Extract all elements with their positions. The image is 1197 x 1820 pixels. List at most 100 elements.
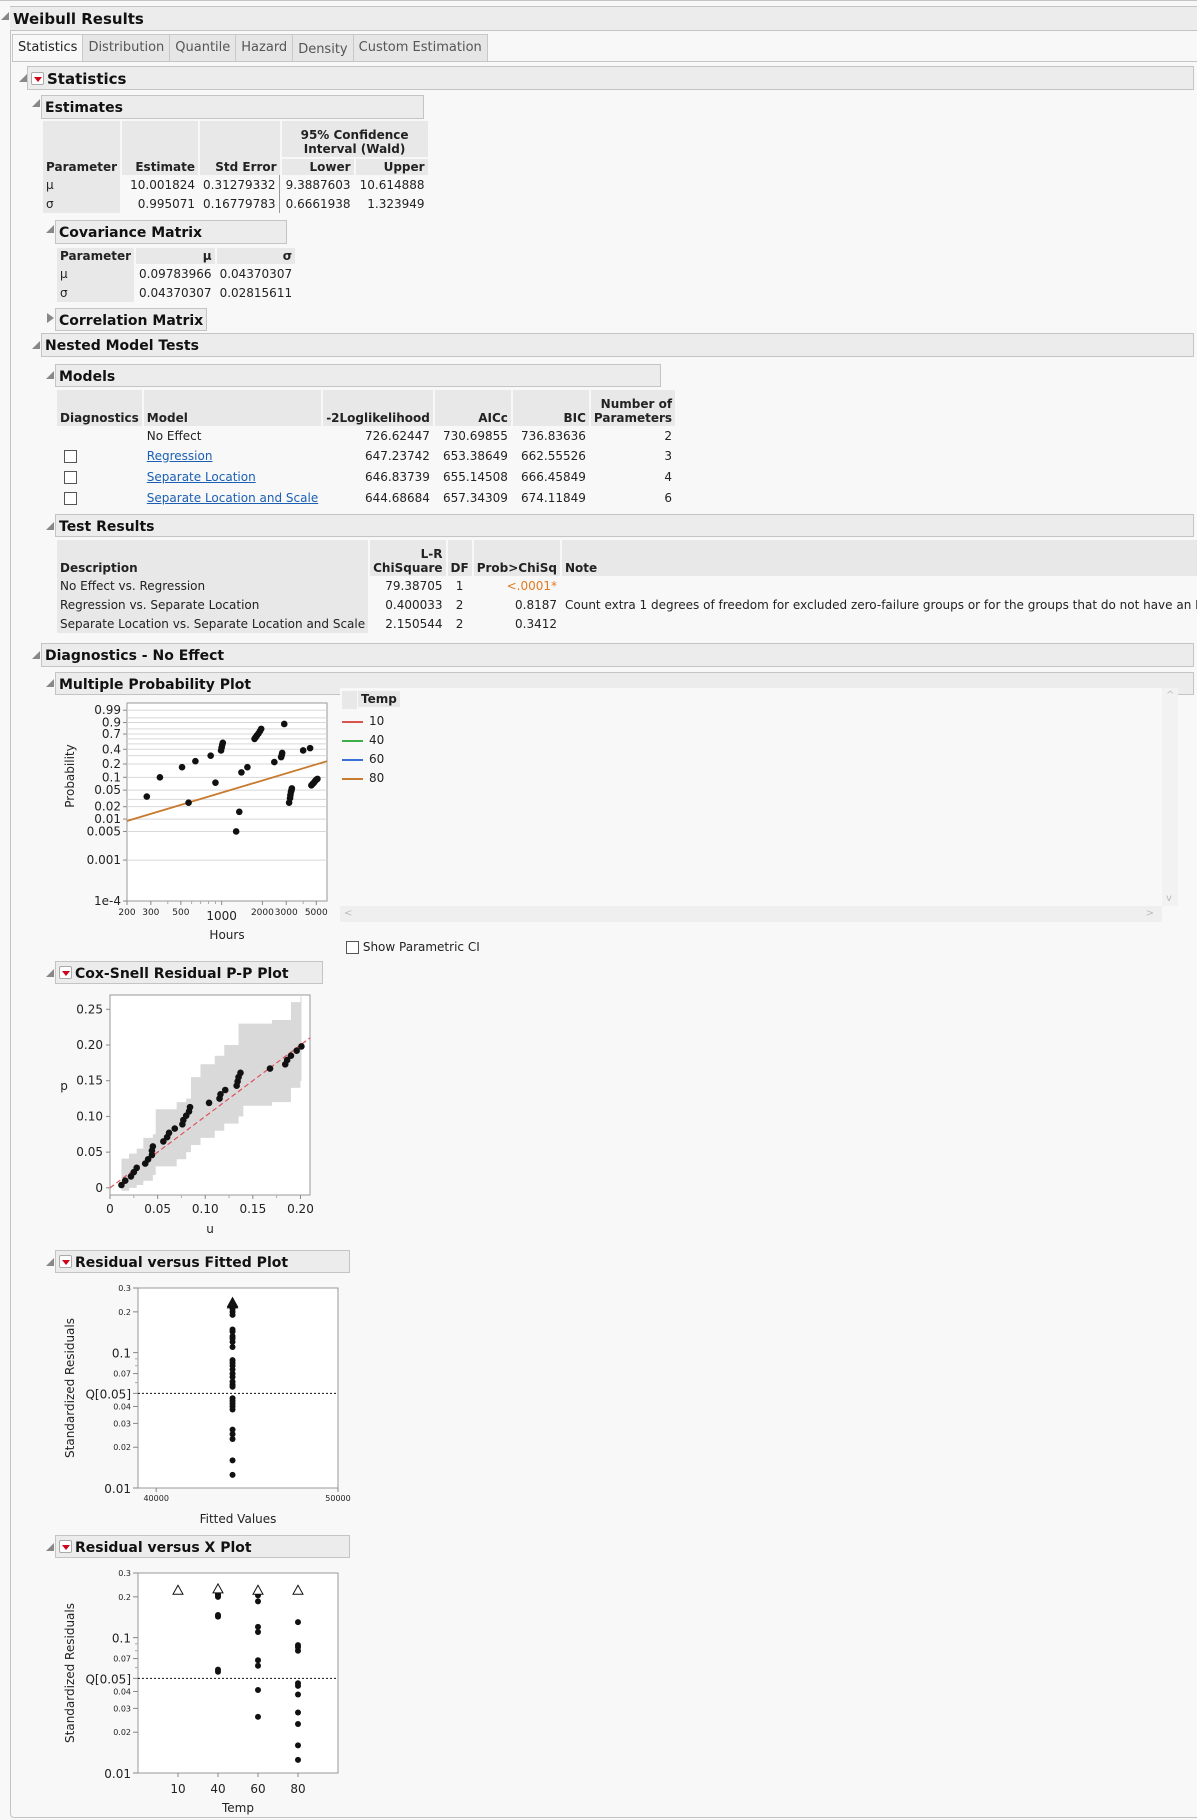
data-point <box>205 1099 213 1107</box>
y-tick-label: 0.2 <box>102 757 121 771</box>
legend-entry[interactable]: 80 <box>342 771 384 785</box>
model-link-regression[interactable]: Regression <box>147 449 213 463</box>
diagnostics-checkbox-separate-location[interactable] <box>64 470 77 484</box>
red-triangle-menu-icon[interactable] <box>59 966 72 979</box>
col-header: Parameter <box>43 159 121 175</box>
show-parametric-ci-option[interactable]: Show Parametric CI <box>346 940 480 954</box>
tab-statistics[interactable]: Statistics <box>12 34 84 62</box>
disclosure-icon[interactable] <box>19 74 27 82</box>
x-tick-label: 0.05 <box>144 1202 171 1216</box>
section-title: Residual versus X Plot <box>75 1540 252 1556</box>
data-point <box>306 744 314 752</box>
data-point <box>171 1125 179 1132</box>
diagnostics-checkbox-separate-location-and-scale[interactable] <box>64 491 77 505</box>
tab-custom-estimation[interactable]: Custom Estimation <box>352 34 488 61</box>
legend-label: 60 <box>369 752 385 766</box>
report-title: Weibull Results <box>13 10 144 28</box>
cell: 2 <box>664 428 673 443</box>
col-header: AICc <box>434 390 511 426</box>
vertical-scrollbar[interactable]: ^ v <box>1162 688 1178 906</box>
y-tick-label: 0.4 <box>102 742 121 756</box>
cell: 736.83636 <box>520 428 586 443</box>
row-label: μ <box>43 175 121 194</box>
data-point <box>278 749 286 757</box>
test-results-table: Description L-R ChiSquare DF Prob>ChiSq … <box>55 540 1197 633</box>
model-link-separate-location-and-scale[interactable]: Separate Location and Scale <box>147 491 318 505</box>
model-link-separate-location[interactable]: Separate Location <box>147 470 256 484</box>
legend-entry[interactable]: 60 <box>342 752 384 766</box>
legend-entry[interactable]: 40 <box>342 733 384 747</box>
col-header: μ <box>136 248 215 264</box>
legend-swatch <box>342 777 363 780</box>
tab-distribution[interactable]: Distribution <box>82 34 171 61</box>
models-table: Diagnostics Model -2Loglikelihood AICc B… <box>55 390 677 508</box>
tab-hazard[interactable]: Hazard <box>235 34 294 61</box>
data-point <box>257 725 265 733</box>
y-tick-label: 0.07 <box>113 1655 131 1664</box>
correlation-header[interactable]: Correlation Matrix <box>55 308 207 331</box>
table-row: Regression 647.23742 653.38649 662.55526… <box>57 445 675 466</box>
data-point <box>229 1343 236 1350</box>
cell: 2 <box>455 597 464 612</box>
cell: 653.38649 <box>442 448 508 463</box>
disclosure-icon[interactable] <box>46 1258 54 1266</box>
scroll-up-icon[interactable]: ^ <box>1166 690 1174 701</box>
data-point <box>165 1129 173 1137</box>
y-axis-label: p <box>60 1079 68 1093</box>
y-tick-label: 0.07 <box>113 1370 131 1379</box>
data-point <box>271 758 278 766</box>
disclosure-icon[interactable] <box>46 522 54 530</box>
scroll-down-icon[interactable]: v <box>1166 893 1172 904</box>
disclosure-icon[interactable] <box>32 651 40 659</box>
red-triangle-menu-icon[interactable] <box>59 1255 72 1268</box>
section-title: Nested Model Tests <box>45 338 199 354</box>
disclosure-icon[interactable] <box>46 679 54 687</box>
red-triangle-menu-icon[interactable] <box>31 72 44 85</box>
disclosure-icon[interactable] <box>46 371 54 379</box>
tab-density[interactable]: Density <box>292 34 354 61</box>
scroll-left-icon[interactable]: < <box>344 908 352 919</box>
data-point <box>295 1721 301 1728</box>
tab-quantile[interactable]: Quantile <box>169 34 237 61</box>
table-row: σ 0.04370307 0.02815611 <box>57 283 295 302</box>
data-point <box>229 1357 236 1364</box>
model-name: No Effect <box>146 428 202 443</box>
horizontal-scrollbar[interactable]: < > <box>340 906 1162 922</box>
red-triangle-menu-icon[interactable] <box>59 1540 72 1553</box>
data-point <box>221 1086 229 1094</box>
legend-entry[interactable]: 10 <box>342 714 384 728</box>
disclosure-icon[interactable] <box>46 225 54 233</box>
col-header: DF <box>447 540 472 576</box>
y-tick-label: 0.2 <box>118 1308 131 1317</box>
disclosure-icon[interactable] <box>1 12 9 20</box>
data-point <box>295 1756 301 1763</box>
data-point <box>156 774 164 781</box>
cell: 10.001824 <box>130 177 196 192</box>
show-parametric-ci-checkbox[interactable] <box>346 941 359 954</box>
x-tick-label: 40 <box>210 1782 225 1796</box>
col-header: Std Error <box>200 159 280 175</box>
data-point <box>295 1691 301 1698</box>
table-row: No Effect 726.62447 730.69855 736.83636 … <box>57 426 675 445</box>
col-header: Model <box>143 390 322 426</box>
data-point <box>298 1043 305 1050</box>
y-axis-label: Standardized Residuals <box>63 1318 77 1458</box>
disclosure-icon[interactable] <box>32 341 40 349</box>
disclosure-icon[interactable] <box>32 99 40 107</box>
diagnostics-checkbox-regression[interactable] <box>64 449 77 463</box>
disclosure-icon[interactable] <box>46 1543 54 1551</box>
ci-header-line1: 95% Confidence <box>300 128 409 142</box>
disclosure-closed-icon[interactable] <box>47 313 54 323</box>
data-point <box>255 1662 261 1669</box>
col-header: -2Loglikelihood <box>323 390 433 426</box>
y-tick-label: 0.01 <box>104 1767 131 1781</box>
disclosure-icon[interactable] <box>46 969 54 977</box>
covariance-table: Parameter μ σ μ 0.09783966 0.04370307 σ … <box>55 248 297 302</box>
cell: 0.04370307 <box>219 266 293 281</box>
data-point <box>133 1164 140 1172</box>
cell: 726.62447 <box>364 428 430 443</box>
scroll-right-icon[interactable]: > <box>1146 908 1154 919</box>
data-point <box>185 799 192 806</box>
statistics-header: Statistics <box>27 66 1194 90</box>
data-point <box>280 720 288 728</box>
